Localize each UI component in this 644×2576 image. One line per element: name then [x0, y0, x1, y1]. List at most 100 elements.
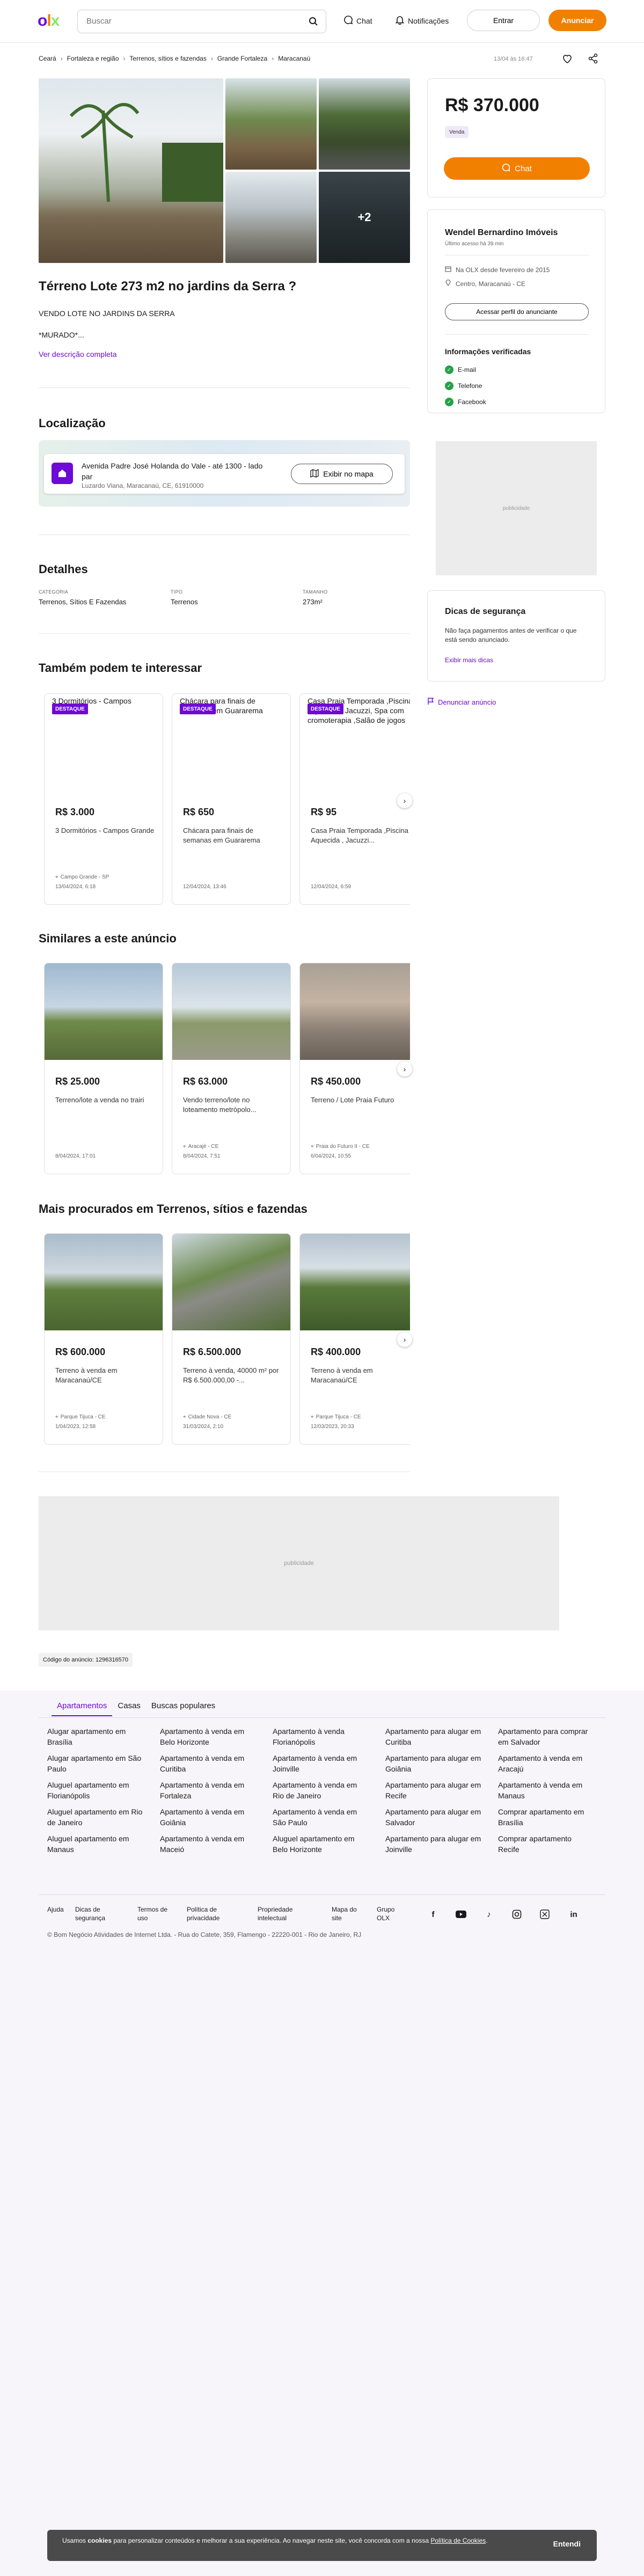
facebook-icon[interactable]: f	[427, 1908, 439, 1920]
card-location-text: Campo Grande - SP	[60, 874, 109, 880]
card-image	[45, 1234, 163, 1330]
footer-link[interactable]: Apartamento para alugar em Goiânia	[385, 1753, 482, 1774]
footer-link[interactable]: Apartamento para alugar em Recife	[385, 1780, 482, 1801]
footer-link[interactable]: Apartamento à venda em São Paulo	[273, 1806, 369, 1828]
search-input[interactable]	[86, 17, 301, 26]
footer-link[interactable]: Apartamento para alugar em Joinville	[385, 1833, 482, 1855]
chat-button[interactable]: Chat	[444, 157, 590, 180]
footer-link[interactable]: Apartamento para comprar em Salvador	[498, 1726, 595, 1747]
card-location-text: Praia do Futuro II - CE	[316, 1144, 370, 1150]
footer-link[interactable]: Aluguel apartamento em Rio de Janeiro	[47, 1806, 144, 1828]
footer-link[interactable]: Apartamento para alugar em Curitiba	[385, 1726, 482, 1747]
carousel-next-button[interactable]: ›	[397, 1062, 412, 1077]
seller-location-text: Centro, Maracanaú - CE	[456, 280, 526, 288]
verified-item: ✓ Facebook	[445, 398, 486, 406]
ad-card[interactable]: R$ 400.000 Terreno à venda em Maracanaú/…	[299, 1233, 410, 1445]
notifications-link[interactable]: Notificações	[395, 15, 449, 26]
breadcrumb-item[interactable]: Maracanaú	[278, 55, 310, 62]
footer-link[interactable]: Comprar apartamento Recife	[498, 1833, 595, 1855]
footer-link[interactable]: Apartamento à venda em Belo Horizonte	[160, 1726, 257, 1747]
highlight-tag: DESTAQUE	[308, 704, 343, 714]
gallery-photo-more[interactable]: +2	[319, 172, 410, 263]
breadcrumb-item[interactable]: Fortaleza e região	[67, 55, 119, 62]
footer-link[interactable]: Aluguel apartamento em Florianópolis	[47, 1780, 144, 1801]
ad-card[interactable]: R$ 450.000 Terreno / Lote Praia Futuro ⌖…	[299, 963, 410, 1174]
footer-nav-link[interactable]: Política de privacidade	[187, 1905, 230, 1922]
instagram-icon[interactable]	[511, 1908, 523, 1920]
gallery-photo[interactable]	[225, 78, 317, 170]
card-location: ⌖ Campo Grande - SP	[55, 874, 109, 880]
carousel-next-button[interactable]: ›	[397, 1332, 412, 1347]
safety-tips-link[interactable]: Exibir mais dicas	[445, 656, 493, 664]
heart-icon[interactable]	[561, 53, 573, 66]
olx-logo[interactable]: olx	[38, 12, 60, 30]
ad-banner[interactable]: publicidade	[39, 1496, 559, 1630]
footer-link[interactable]: Apartamento à venda em Curitiba	[160, 1753, 257, 1774]
footer-link[interactable]: Comprar apartamento em Brasília	[498, 1806, 595, 1828]
card-location: ⌖ Praia do Futuro II - CE	[311, 1144, 370, 1150]
ad-card[interactable]: R$ 6.500.000 Terreno à venda, 40000 m² p…	[172, 1233, 291, 1445]
cookie-policy-link[interactable]: Política de Cookies	[430, 2537, 486, 2544]
details-heading: Detalhes	[39, 562, 88, 576]
footer-nav-link[interactable]: Termos de uso	[137, 1905, 175, 1922]
footer-link[interactable]: Aluguel apartamento em Manaus	[47, 1833, 144, 1855]
breadcrumb-item[interactable]: Grande Fortaleza	[217, 55, 267, 62]
footer-link[interactable]: Apartamento à venda em Aracajú	[498, 1753, 595, 1774]
search-box[interactable]	[77, 10, 326, 33]
verified-label: E-mail	[458, 366, 477, 374]
seller-profile-button[interactable]: Acessar perfil do anunciante	[445, 303, 589, 320]
gallery-photo[interactable]	[319, 78, 410, 170]
footer-link[interactable]: Apartamento à venda em Joinville	[273, 1753, 369, 1774]
breadcrumb-item[interactable]: Terrenos, sítios e fazendas	[129, 55, 206, 62]
footer-link[interactable]: Apartamento à venda em Fortaleza	[160, 1780, 257, 1801]
location-pin-icon: ⌖	[183, 1144, 186, 1150]
footer-link[interactable]: Alugar apartamento em São Paulo	[47, 1753, 144, 1774]
footer-link[interactable]: Aluguel apartamento em Belo Horizonte	[273, 1833, 369, 1855]
full-description-link[interactable]: Ver descrição completa	[39, 350, 117, 358]
ad-card[interactable]: Casa Praia Temporada ,Piscina Aquecida ,…	[299, 693, 410, 905]
show-map-button[interactable]: Exibir no mapa	[291, 464, 393, 484]
footer-nav-link[interactable]: Grupo OLX	[377, 1905, 404, 1922]
tiktok-icon[interactable]: ♪	[483, 1908, 495, 1920]
footer-link[interactable]: Apartamento à venda em Goiânia	[160, 1806, 257, 1828]
linkedin-icon[interactable]: in	[568, 1908, 580, 1920]
footer-link[interactable]: Apartamento à venda em Maceió	[160, 1833, 257, 1855]
footer-nav-link[interactable]: Mapa do site	[332, 1905, 358, 1922]
card-date: 6/04/2024, 10:55	[311, 1153, 352, 1159]
gallery-photo[interactable]	[225, 172, 317, 263]
footer-link[interactable]: Apartamento à venda em Manaus	[498, 1780, 595, 1801]
chat-link[interactable]: Chat	[343, 15, 372, 26]
ad-card[interactable]: 3 Dormitórios - Campos Grande DESTAQUE R…	[44, 693, 163, 905]
report-ad-link[interactable]: Denunciar anúncio	[427, 698, 496, 707]
ad-card[interactable]: Chácara para finais de semanas em Guarar…	[172, 693, 291, 905]
ad-card[interactable]: R$ 600.000 Terreno à venda em Maracanaú/…	[44, 1233, 163, 1445]
breadcrumb-item[interactable]: Ceará	[39, 55, 56, 62]
carousel-next-button[interactable]: ›	[397, 793, 412, 808]
seller-location: Centro, Maracanaú - CE	[445, 279, 526, 288]
footer-link[interactable]: Alugar apartamento em Brasília	[47, 1726, 144, 1747]
tab-apartments[interactable]: Apartamentos	[52, 1697, 113, 1716]
sale-badge: Venda	[445, 126, 469, 138]
footer-tabs: Apartamentos Casas Buscas populares	[52, 1697, 221, 1716]
advertise-button[interactable]: Anunciar	[548, 10, 606, 31]
tab-houses[interactable]: Casas	[112, 1697, 146, 1716]
ad-card[interactable]: R$ 63.000 Vendo terreno/lote no loteamen…	[172, 963, 291, 1174]
login-button[interactable]: Entrar	[467, 10, 540, 31]
search-icon[interactable]	[309, 17, 318, 28]
footer-nav-link[interactable]: Ajuda	[47, 1905, 74, 1914]
footer-nav-link[interactable]: Propriedade intelectual	[258, 1905, 301, 1922]
ad-card[interactable]: R$ 25.000 Terreno/lote a venda no trairi…	[44, 963, 163, 1174]
divider	[39, 633, 410, 634]
footer-link[interactable]: Apartamento à venda Florianópolis	[273, 1726, 369, 1747]
main-photo[interactable]	[39, 78, 223, 263]
footer-link[interactable]: Apartamento à venda em Rio de Janeiro	[273, 1780, 369, 1801]
tab-popular-searches[interactable]: Buscas populares	[146, 1697, 221, 1716]
footer-link[interactable]: Apartamento para alugar em Salvador	[385, 1806, 482, 1828]
cookie-accept-button[interactable]: Entendi	[553, 2540, 581, 2548]
ad-banner[interactable]: publicidade	[436, 441, 597, 575]
share-icon[interactable]	[587, 53, 599, 66]
youtube-icon[interactable]	[455, 1908, 467, 1920]
footer-nav-link[interactable]: Dicas de segurança	[75, 1905, 113, 1922]
cookie-banner: Usamos cookies para personalizar conteúd…	[47, 2530, 597, 2561]
x-twitter-icon[interactable]	[539, 1908, 551, 1920]
